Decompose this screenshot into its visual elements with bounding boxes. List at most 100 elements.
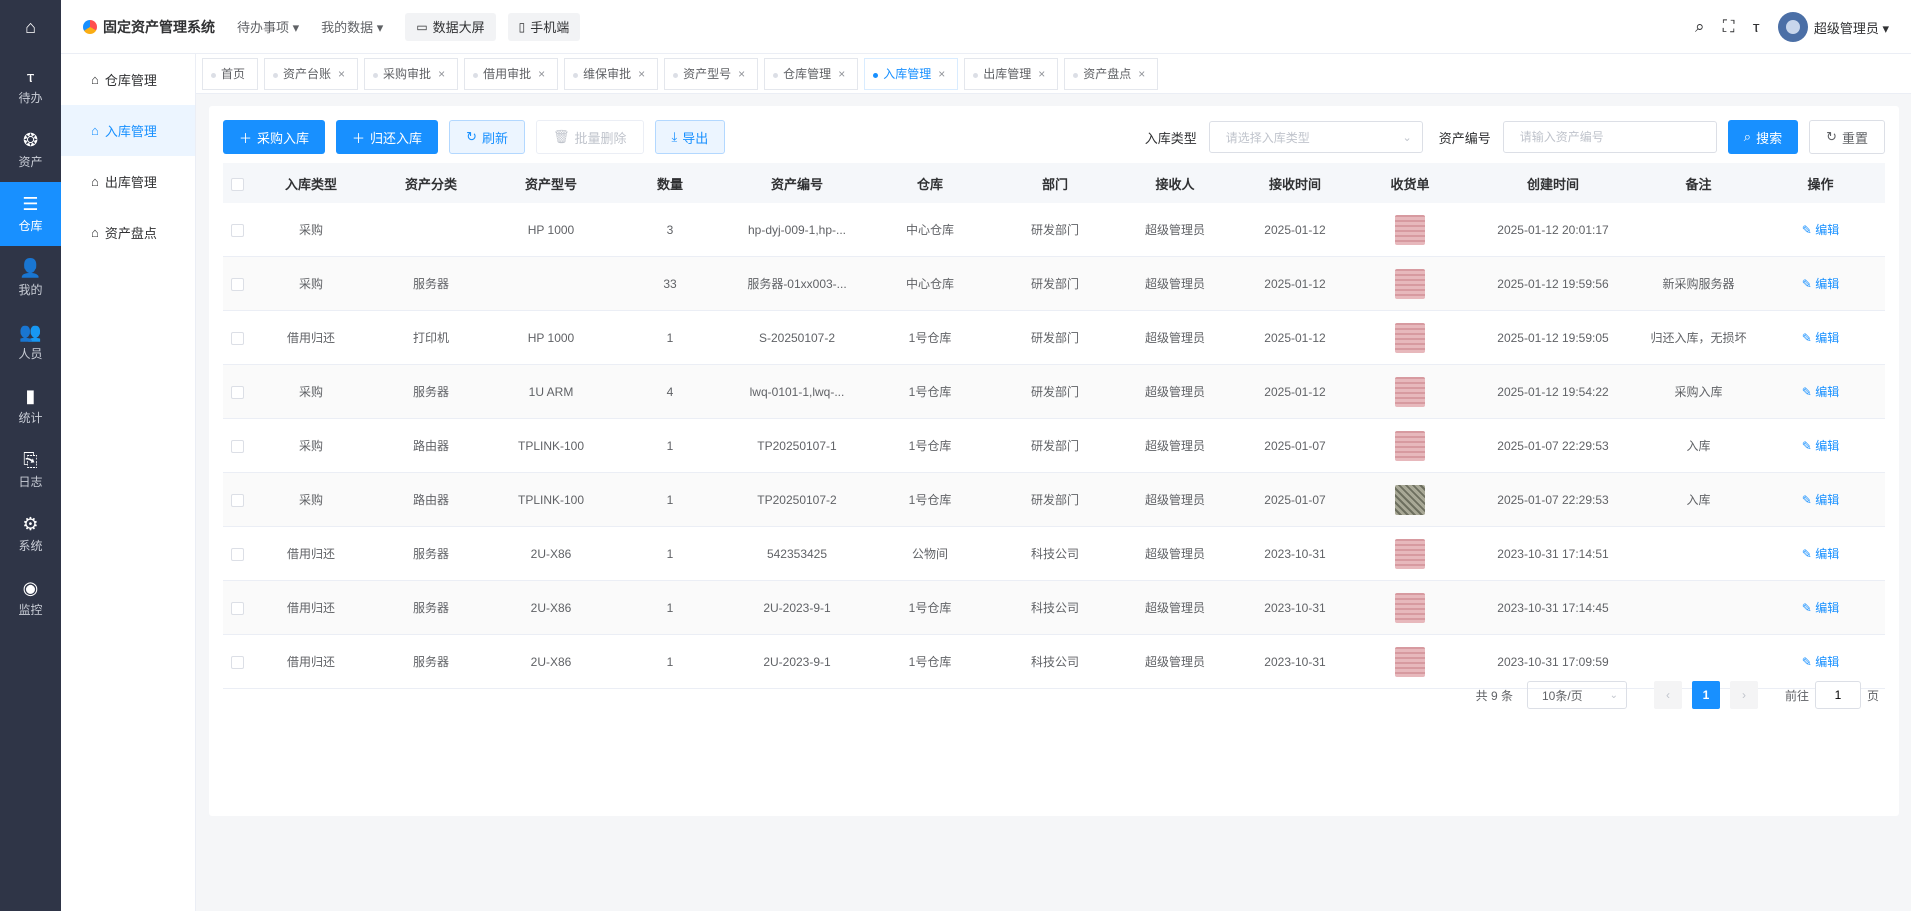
search-icon[interactable]: ⌕	[1695, 17, 1705, 37]
rail-item-gear[interactable]: ⚙ 系统	[0, 502, 61, 566]
tab-2[interactable]: 采购审批 ×	[364, 57, 459, 90]
row-checkbox[interactable]	[230, 223, 244, 237]
sidebar-item-inbound[interactable]: ⌂ 入库管理	[61, 105, 195, 156]
avatar[interactable]	[1777, 12, 1808, 42]
edit-button[interactable]: ✎ 编辑	[1802, 493, 1839, 507]
edit-button[interactable]: ✎ 编辑	[1802, 385, 1839, 399]
cell-created: 2025-01-07 22:29:53	[1497, 438, 1609, 453]
rail-item-asset[interactable]: ❂ 资产	[0, 118, 61, 182]
row-checkbox[interactable]	[230, 385, 244, 399]
rail-item-todo[interactable]: ⲧ 待办	[0, 54, 61, 118]
export-button[interactable]: ⤓ 导出	[654, 120, 726, 154]
close-icon[interactable]: ×	[638, 67, 645, 81]
reset-button[interactable]: ↻ 重置	[1809, 120, 1885, 154]
row-checkbox[interactable]	[230, 493, 244, 507]
receipt-thumbnail[interactable]	[1395, 592, 1425, 623]
table-row[interactable]: 采购 服务器 1U ARM 4 lwq-0101-1,lwq-... 1号仓库 研发部门 超级…	[223, 365, 1885, 419]
edit-icon: ✎	[1801, 385, 1816, 399]
edit-button[interactable]: ✎ 编辑	[1802, 601, 1839, 615]
tab-0[interactable]: 首页	[202, 57, 259, 90]
sidebar-item-outbound[interactable]: ⌂ 出库管理	[61, 156, 195, 207]
table-row[interactable]: 采购 HP 1000 3 hp-dyj-009-1,hp-... 中心仓库 研发部门 超级管…	[223, 203, 1885, 257]
row-checkbox[interactable]	[230, 331, 244, 345]
table-row[interactable]: 采购 路由器 TPLINK-100 1 TP20250107-1 1号仓库 研发部门 超级管理…	[223, 419, 1885, 473]
close-icon[interactable]: ×	[1038, 67, 1045, 81]
receipt-thumbnail[interactable]	[1395, 214, 1425, 245]
close-icon[interactable]: ×	[1138, 67, 1145, 81]
next-page-button[interactable]: ›	[1729, 681, 1758, 709]
purchase-inbound-button[interactable]: ＋采购入库	[223, 120, 326, 154]
fullscreen-icon[interactable]: ⛶	[1723, 17, 1735, 37]
table-row[interactable]: 借用归还 服务器 2U-X86 1 2U-2023-9-1 1号仓库 科技公司 超级管理员 20…	[223, 581, 1885, 635]
tab-1[interactable]: 资产台账 ×	[264, 57, 359, 90]
tab-8[interactable]: 出库管理 ×	[964, 57, 1059, 90]
close-icon[interactable]: ×	[938, 67, 945, 81]
rail-item-log[interactable]: ⎘ 日志	[0, 438, 61, 502]
edit-button[interactable]: ✎ 编辑	[1802, 547, 1839, 561]
tab-3[interactable]: 借用审批 ×	[464, 57, 559, 90]
prev-page-button[interactable]: ‹	[1653, 681, 1682, 709]
table-row[interactable]: 采购 服务器 33 服务器-01xx003-... 中心仓库 研发部门 超级管理员 2025-…	[223, 257, 1885, 311]
receipt-thumbnail[interactable]	[1395, 646, 1425, 677]
asset-code-input[interactable]	[1502, 121, 1717, 153]
sidebar-item-warehouse[interactable]: ⌂ 仓库管理	[61, 54, 195, 105]
tab-6[interactable]: 仓库管理 ×	[764, 57, 859, 90]
sidebar-item-inventory[interactable]: ⌂ 资产盘点	[61, 207, 195, 258]
my-data-menu[interactable]: 我的数据 ▾	[321, 17, 383, 36]
app-logo[interactable]: 固定资产管理系统	[83, 17, 215, 37]
page-number[interactable]: 1	[1691, 681, 1720, 709]
edit-button[interactable]: ✎ 编辑	[1802, 439, 1839, 453]
tab-9[interactable]: 资产盘点 ×	[1064, 57, 1159, 90]
edit-button[interactable]: ✎ 编辑	[1802, 331, 1839, 345]
mobile-button[interactable]: ▯ 手机端	[507, 12, 581, 41]
rail-item-monitor[interactable]: ◉ 监控	[0, 566, 61, 630]
todo-menu[interactable]: 待办事项 ▾	[237, 17, 299, 36]
row-checkbox[interactable]	[230, 601, 244, 615]
row-checkbox[interactable]	[230, 655, 244, 669]
cell-category: 服务器	[412, 601, 449, 615]
font-size-icon[interactable]: ⲧ	[1752, 17, 1759, 37]
receipt-thumbnail[interactable]	[1395, 268, 1425, 299]
receipt-thumbnail[interactable]	[1395, 376, 1425, 407]
rail-item-chart[interactable]: ▮ 统计	[0, 374, 61, 438]
close-icon[interactable]: ×	[838, 67, 845, 81]
tab-7[interactable]: 入库管理 ×	[864, 57, 959, 90]
receipt-thumbnail[interactable]	[1395, 538, 1425, 569]
refresh-button[interactable]: ↻ 刷新	[449, 120, 525, 154]
edit-button[interactable]: ✎ 编辑	[1802, 223, 1839, 237]
close-icon[interactable]: ×	[738, 67, 745, 81]
close-icon[interactable]: ×	[338, 67, 345, 81]
close-icon[interactable]: ×	[538, 67, 545, 81]
rail-item-warehouse[interactable]: ☰ 仓库	[0, 182, 61, 246]
receipt-thumbnail[interactable]	[1395, 484, 1425, 515]
table-row[interactable]: 采购 路由器 TPLINK-100 1 TP20250107-2 1号仓库 研发部门 超级管理…	[223, 473, 1885, 527]
select-all-checkbox[interactable]	[230, 177, 244, 191]
close-icon[interactable]: ×	[438, 67, 445, 81]
return-inbound-button[interactable]: ＋归还入库	[336, 120, 439, 154]
row-checkbox[interactable]	[230, 439, 244, 453]
tab-4[interactable]: 维保审批 ×	[564, 57, 659, 90]
batch-delete-button[interactable]: 🗑 批量删除	[535, 120, 644, 154]
table-row[interactable]: 借用归还 打印机 HP 1000 1 S-20250107-2 1号仓库 研发部门 超级管理员…	[223, 311, 1885, 365]
edit-button[interactable]: ✎ 编辑	[1802, 655, 1839, 669]
cell-model: HP 1000	[527, 330, 575, 345]
row-checkbox[interactable]	[230, 277, 244, 291]
big-screen-button[interactable]: ▭ 数据大屏	[405, 12, 496, 41]
inbound-type-select[interactable]: 请选择入库类型 ⌄	[1208, 121, 1423, 153]
goto-page-input[interactable]	[1814, 681, 1861, 709]
receipt-thumbnail[interactable]	[1395, 430, 1425, 461]
table-row[interactable]: 借用归还 服务器 2U-X86 1 542353425 公物间 科技公司 超级管理员 2023-…	[223, 527, 1885, 581]
edit-button[interactable]: ✎ 编辑	[1802, 277, 1839, 291]
cell-warehouse: 中心仓库	[905, 277, 954, 291]
row-checkbox[interactable]	[230, 547, 244, 561]
row-select-cell	[223, 654, 251, 669]
edit-icon: ✎	[1801, 655, 1816, 669]
page-size-select[interactable]: 10条/页 ⌄	[1526, 681, 1627, 709]
search-button[interactable]: ⌕ 搜索	[1727, 120, 1799, 154]
tab-5[interactable]: 资产型号 ×	[664, 57, 759, 90]
rail-item-people[interactable]: 👥 人员	[0, 310, 61, 374]
receipt-thumbnail[interactable]	[1395, 322, 1425, 353]
rail-item-user[interactable]: 👤 我的	[0, 246, 61, 310]
user-menu[interactable]: 超级管理员 ▾	[1814, 18, 1889, 37]
home-icon[interactable]: ⌂	[0, 0, 61, 54]
